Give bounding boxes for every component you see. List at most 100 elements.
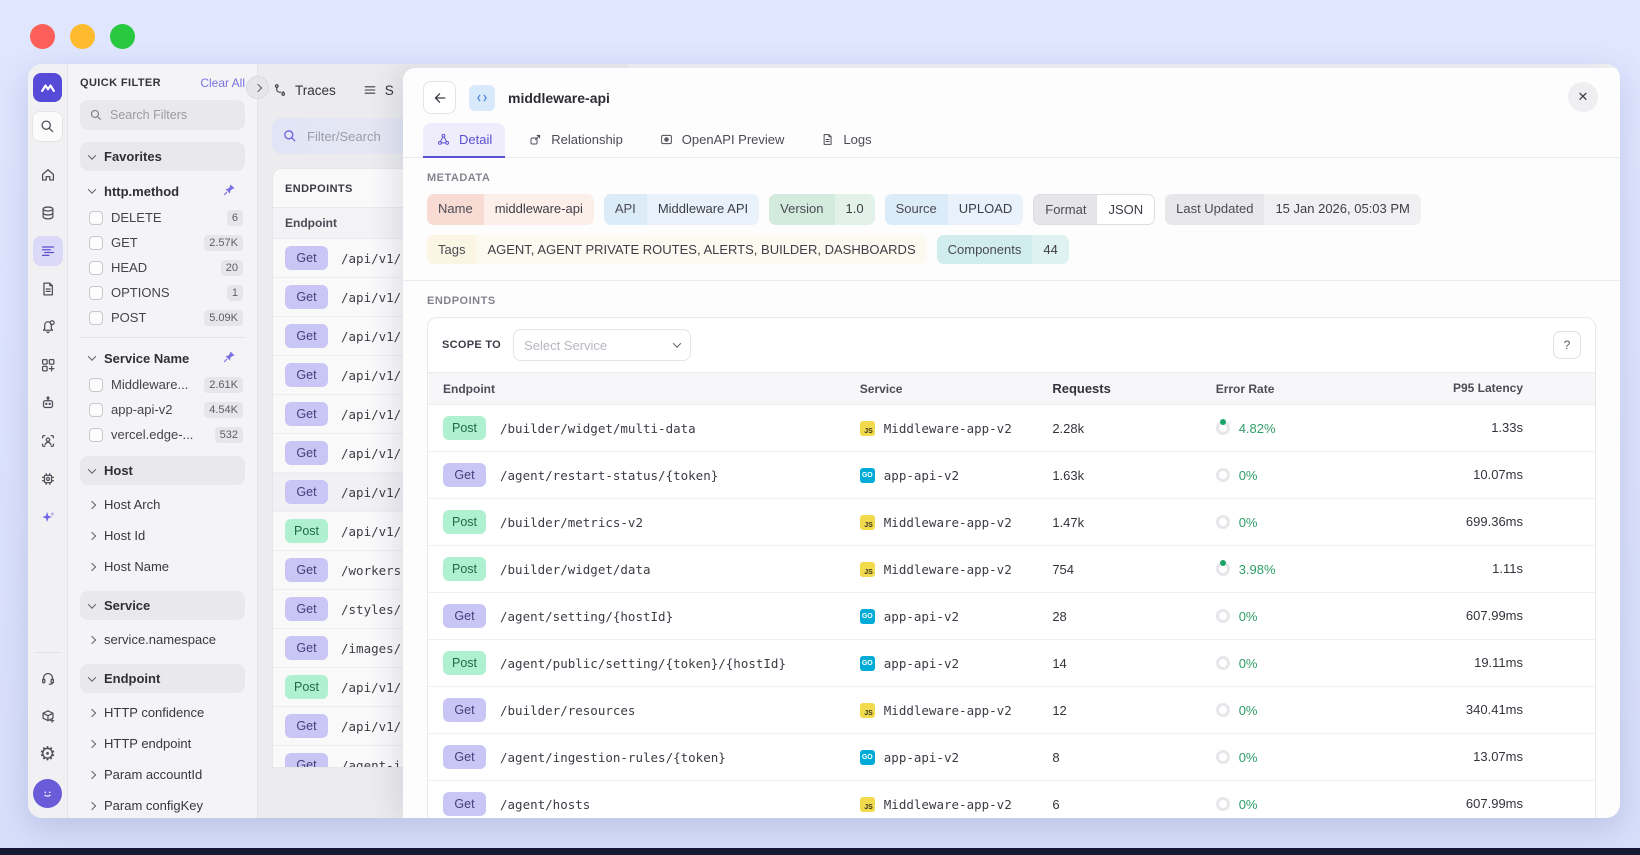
count-badge: 2.57K [204,234,243,251]
home-icon[interactable] [33,160,63,190]
method-badge: Post [443,557,486,581]
endpoints-table-row[interactable]: Post /agent/public/setting/{token}/{host… [428,640,1595,687]
error-rate-ring-icon [1215,703,1230,717]
pin-icon[interactable] [223,350,236,366]
tab-relationship[interactable]: Relationship [515,123,636,157]
integrations-box-icon[interactable] [33,701,63,731]
user-session-icon[interactable] [33,426,63,456]
close-drawer-button[interactable]: ✕ [1568,82,1598,112]
tab-logs[interactable]: Logs [807,123,884,157]
section-http-method[interactable]: http.method [80,177,245,205]
back-button[interactable] [423,81,456,114]
select-service-dropdown[interactable]: Select Service [513,329,692,361]
metadata-chip: Components 44 [936,235,1069,264]
endpoints-table-row[interactable]: Post /builder/metrics-v2 JS Middleware-a… [428,499,1595,546]
infrastructure-chip-icon[interactable] [33,464,63,494]
chevron-down-icon [672,339,682,348]
maximize-window-button[interactable] [110,24,135,49]
filter-checkbox-item[interactable]: DELETE 6 [80,205,245,230]
search-icon[interactable] [32,111,63,142]
count-badge: 1 [226,284,243,301]
filter-checkbox-item[interactable]: Middleware... 2.61K [80,372,245,397]
filter-search-input[interactable] [110,108,220,122]
checkbox[interactable] [89,427,103,442]
endpoints-table-row[interactable]: Get /agent/ingestion-rules/{token} GO ap… [428,734,1595,781]
filter-checkbox-item[interactable]: OPTIONS 1 [80,280,245,305]
expandable-filter-item[interactable]: Param configKey [80,790,245,818]
metadata-chip: API Middleware API [603,194,760,225]
expandable-filter-item[interactable]: HTTP confidence [80,697,245,728]
section-host[interactable]: Host [80,456,245,485]
p95-latency-value: 1.11s [1492,561,1523,576]
filter-checkbox-item[interactable]: vercel.edge-... 532 [80,422,245,447]
endpoint-path: /styles/ [341,601,402,617]
filter-checkbox-item[interactable]: POST 5.09K [80,305,245,330]
method-badge: Get [285,441,328,465]
endpoints-table-row[interactable]: Get /builder/resources JS Middleware-app… [428,687,1595,734]
filter-checkbox-item[interactable]: HEAD 20 [80,255,245,280]
endpoint-path: /builder/metrics-v2 [500,514,643,530]
checkbox[interactable] [89,285,103,300]
favorites-section-header[interactable]: Favorites [80,142,245,171]
filter-checkbox-item[interactable]: GET 2.57K [80,230,245,255]
minimize-window-button[interactable] [70,24,95,49]
clear-all-button[interactable]: Clear All [200,76,245,90]
tab-detail[interactable]: Detail [423,123,506,158]
ai-sparkle-icon[interactable] [33,502,63,532]
collapse-panel-button[interactable] [246,76,269,99]
checkbox[interactable] [89,260,103,275]
expandable-filter-item[interactable]: Host Id [80,520,245,551]
alerts-bell-icon[interactable] [33,312,63,342]
endpoints-table-row[interactable]: Get /agent/restart-status/{token} GO app… [428,452,1595,499]
expandable-filter-item[interactable]: Host Arch [80,489,245,520]
method-badge: Get [285,714,328,738]
database-icon[interactable] [33,198,63,228]
checkbox[interactable] [89,210,103,225]
middleware-logo[interactable] [33,73,62,102]
checkbox[interactable] [89,310,103,325]
endpoints-table-row[interactable]: Post /builder/widget/data JS Middleware-… [428,546,1595,593]
support-headset-icon[interactable] [33,663,63,693]
expandable-filter-item[interactable]: Host Name [80,551,245,582]
checkbox[interactable] [89,377,103,392]
section-service-name[interactable]: Service Name [80,344,245,372]
pin-icon[interactable] [223,183,236,199]
tab-openapi-preview[interactable]: OpenAPI Preview [646,123,798,157]
endpoints-section-label: ENDPOINTS [427,295,496,307]
help-button[interactable]: ? [1553,331,1581,359]
checkbox[interactable] [89,402,103,417]
tab-summary[interactable]: S [362,82,394,98]
expandable-filter-item[interactable]: service.namespace [80,624,245,655]
service-language-icon: JS [859,514,875,530]
window-traffic-lights [30,24,135,49]
user-avatar[interactable] [33,779,62,808]
service-name: Middleware-app-v2 [883,514,1012,530]
endpoint-path: /api/v1/ [341,367,402,383]
filter-checkbox-item[interactable]: app-api-v2 4.54K [80,397,245,422]
error-rate-ring-icon [1215,468,1230,482]
settings-gear-icon[interactable]: ⚙ [33,739,63,769]
endpoints-table-row[interactable]: Get /agent/hosts JS Middleware-app-v2 6 [428,781,1595,818]
error-rate-ring-icon [1215,421,1230,435]
drawer-title: middleware-api [508,89,610,106]
expandable-filter-item[interactable]: Param accountId [80,759,245,790]
endpoints-table-row[interactable]: Get /agent/setting/{hostId} GO app-api-v… [428,593,1595,640]
bot-icon[interactable] [33,388,63,418]
filter-search-box[interactable] [80,100,245,130]
logs-icon[interactable] [32,236,63,266]
section-endpoint[interactable]: Endpoint [80,664,245,693]
close-window-button[interactable] [30,24,55,49]
service-name: Middleware-app-v2 [883,420,1012,436]
dashboard-add-icon[interactable] [33,350,63,380]
checkbox[interactable] [89,235,103,250]
requests-value: 1.63k [1052,467,1085,483]
document-icon[interactable] [33,274,63,304]
tab-traces[interactable]: Traces [272,82,336,98]
metadata-chip: Source UPLOAD [884,194,1024,225]
metadata-chips-row-1: Name middleware-api API Middleware API V… [427,194,1596,225]
section-service[interactable]: Service [80,591,245,620]
expandable-filter-item[interactable]: HTTP endpoint [80,728,245,759]
endpoints-table-row[interactable]: Post /builder/widget/multi-data JS Middl… [428,405,1595,452]
metadata-chip: Last Updated 15 Jan 2026, 05:03 PM [1165,194,1421,225]
error-rate-value: 0% [1238,655,1258,671]
